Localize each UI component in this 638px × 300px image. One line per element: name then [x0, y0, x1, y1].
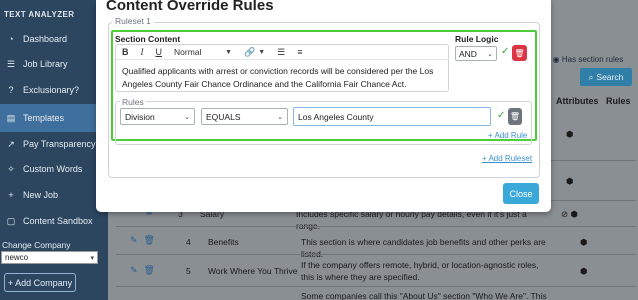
trash-icon[interactable]: 🗑: [144, 265, 155, 276]
dashboard-icon: ◔: [8, 34, 14, 44]
underline-button[interactable]: U: [156, 47, 163, 57]
section-content-label: Section Content: [115, 34, 181, 44]
bold-button[interactable]: B: [122, 47, 129, 57]
row-name: Benefits: [208, 237, 239, 247]
numbered-list-icon[interactable]: ≡: [297, 47, 302, 57]
edit-icon[interactable]: ✎: [130, 265, 138, 276]
bullet-list-icon[interactable]: ☰: [277, 47, 285, 58]
company-select-value: newco: [5, 253, 29, 262]
edit-icon[interactable]: ✎: [130, 235, 138, 246]
row-description: If the company offers remote, hybrid, or…: [301, 260, 539, 282]
plus-icon: +: [8, 190, 14, 200]
chart-icon: ↗: [7, 138, 15, 149]
format-select-value: Normal: [174, 47, 202, 57]
change-company-label: Change Company: [2, 240, 71, 250]
sidebar-item-templates[interactable]: ▤ Templates: [0, 104, 108, 132]
add-company-button[interactable]: + Add Company: [4, 273, 76, 292]
link-icon[interactable]: 🔗 ▼: [244, 47, 265, 58]
search-button-label: Search: [596, 72, 624, 82]
company-select[interactable]: newco ▾: [1, 251, 98, 264]
rich-text-editor[interactable]: B I U Normal ▼ 🔗 ▼ ☰ ≡ Qualified applican…: [115, 44, 449, 92]
sidebar-item-new-job[interactable]: + New Job: [0, 183, 108, 207]
sidebar-item-label: Content Sandbox: [23, 216, 93, 226]
rule-operator-select[interactable]: EQUALS ⌄: [201, 108, 288, 125]
attribute-icon: ⊘ ⬢: [561, 209, 578, 219]
sidebar-item-label: Exclusionary?: [23, 85, 80, 95]
attribute-icon: ⬢: [566, 129, 574, 139]
check-icon[interactable]: ✓: [497, 110, 505, 121]
sidebar-item-label: Custom Words: [23, 164, 83, 174]
sidebar-item-label: Job Library: [23, 59, 68, 69]
sidebar-item-label: Dashboard: [23, 34, 68, 44]
close-button[interactable]: Close: [503, 183, 539, 204]
has-section-rules-label: Has section rules: [561, 55, 624, 64]
column-header-rules: Rules: [606, 96, 631, 106]
attribute-icon: ⬢: [566, 176, 574, 186]
sidebar: TEXT ANALYZER ◔ Dashboard ☰ Job Library …: [0, 0, 108, 300]
list-icon: ☰: [6, 58, 16, 69]
row-name: Work Where You Thrive: [208, 266, 298, 276]
chevron-down-icon: ⌄: [487, 50, 493, 58]
rule-value-input[interactable]: Los Angeles County: [293, 107, 491, 126]
rule-field-select[interactable]: Division ⌄: [120, 108, 195, 125]
add-ruleset-link[interactable]: + Add Ruleset: [482, 154, 532, 163]
rule-logic-label: Rule Logic: [455, 34, 499, 44]
chevron-down-icon: ⌄: [277, 113, 283, 121]
table-row: ✎ 🗑 5 Work Where You Thrive If the compan…: [116, 254, 636, 286]
trash-icon: 🗑: [509, 112, 521, 121]
add-rule-link[interactable]: + Add Rule: [488, 131, 527, 140]
row-description: Some companies call this "About Us" sect…: [301, 291, 547, 300]
table-row: ✎ 🗑 4 Benefits This section is where cand…: [116, 226, 636, 259]
ruleset-label: Ruleset 1: [112, 16, 154, 26]
sidebar-item-custom-words[interactable]: ✧ Custom Words: [0, 157, 108, 181]
sidebar-item-pay-transparency[interactable]: ↗ Pay Transparency: [0, 132, 108, 156]
app-title: TEXT ANALYZER: [4, 10, 75, 19]
rules-label: Rules: [120, 97, 146, 107]
sandbox-icon: ▢: [6, 215, 16, 226]
modal-title: Content Override Rules: [106, 0, 274, 14]
format-select[interactable]: Normal ▼: [174, 47, 232, 57]
rule-field-value: Division: [125, 111, 155, 122]
section-content-text[interactable]: Qualified applicants with arrest or conv…: [122, 65, 442, 91]
content-override-modal: Content Override Rules Ruleset 1 Section…: [96, 0, 551, 212]
attribute-icon: ⬢: [580, 266, 588, 276]
search-icon: ⌕: [588, 71, 594, 82]
italic-button[interactable]: I: [141, 47, 144, 57]
check-icon[interactable]: ✓: [501, 46, 509, 57]
sidebar-item-label: New Job: [23, 190, 59, 200]
sidebar-item-exclusionary[interactable]: ? Exclusionary?: [0, 78, 108, 102]
column-header-attributes: Attributes: [556, 96, 599, 106]
delete-rule-button[interactable]: 🗑: [508, 108, 522, 125]
has-section-rules-checkbox[interactable]: ◉ Has section rules: [553, 55, 624, 64]
delete-ruleset-button[interactable]: 🗑: [512, 45, 527, 61]
sidebar-item-job-library[interactable]: ☰ Job Library: [0, 52, 108, 76]
row-number: 5: [186, 266, 191, 276]
rule-operator-value: EQUALS: [206, 111, 241, 122]
table-row: Some companies call this "About Us" sect…: [116, 286, 636, 300]
search-button[interactable]: ⌕ Search: [580, 68, 632, 86]
trash-icon: 🗑: [514, 48, 525, 58]
chevron-down-icon: ▾: [90, 254, 94, 262]
template-icon: ▤: [6, 112, 16, 123]
trash-icon[interactable]: 🗑: [144, 235, 155, 246]
sidebar-item-label: Templates: [23, 113, 65, 123]
sidebar-item-label: Pay Transparency: [23, 139, 96, 149]
rule-logic-value: AND: [459, 48, 477, 59]
sidebar-item-content-sandbox[interactable]: ▢ Content Sandbox: [0, 209, 108, 233]
question-icon: ?: [8, 85, 14, 95]
chevron-down-icon: ⌄: [184, 113, 190, 121]
editor-toolbar: B I U Normal ▼ 🔗 ▼ ☰ ≡: [116, 45, 448, 60]
magic-icon: ✧: [7, 163, 15, 174]
attribute-icon: ⬢: [580, 237, 588, 247]
caret-down-icon: ▼: [225, 48, 232, 56]
row-number: 4: [186, 237, 191, 247]
rule-logic-select[interactable]: AND ⌄: [455, 46, 497, 61]
sidebar-item-dashboard[interactable]: ◔ Dashboard: [0, 27, 108, 51]
